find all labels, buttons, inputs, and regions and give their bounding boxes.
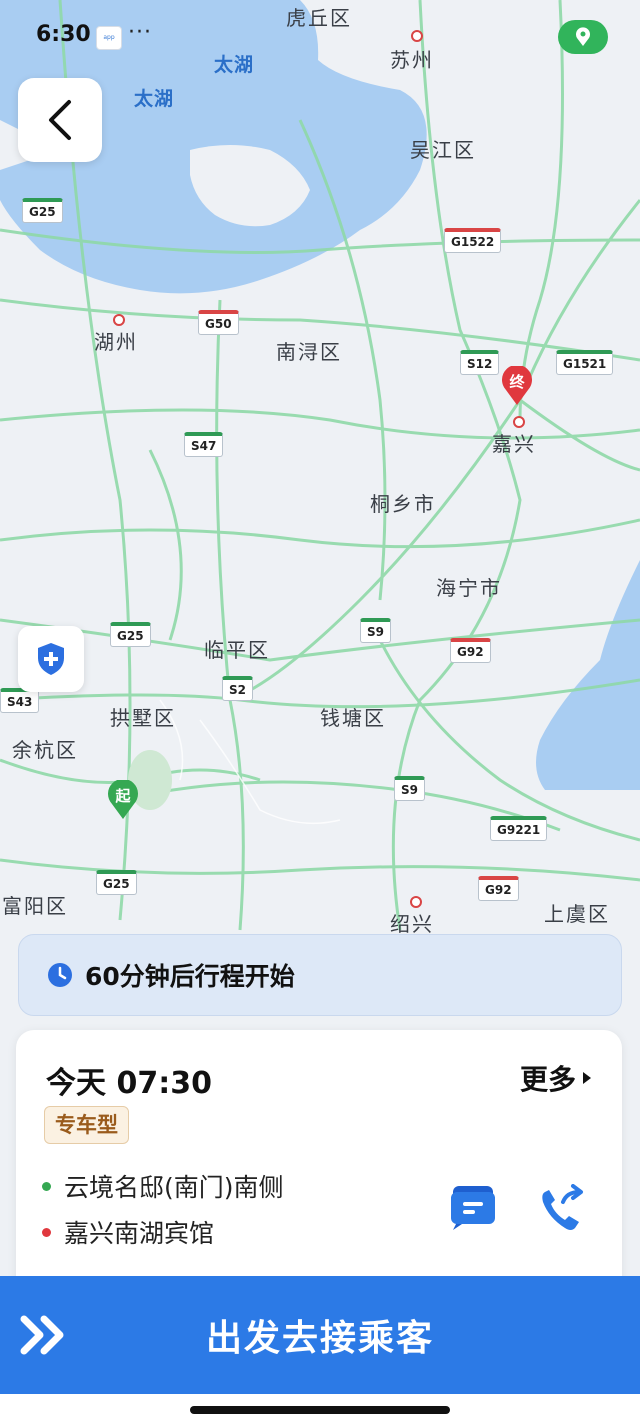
call-button[interactable]: [534, 1182, 588, 1236]
place-label: 余杭区: [12, 738, 78, 762]
place-label: 临平区: [204, 638, 270, 662]
message-button[interactable]: [446, 1180, 500, 1234]
depart-button[interactable]: 出发去接乘客: [0, 1276, 640, 1394]
more-button[interactable]: 更多: [520, 1058, 592, 1098]
depart-button-label: 出发去接乘客: [205, 1318, 434, 1359]
road-shield: G25: [110, 622, 151, 647]
app-notification-icon: app: [96, 26, 122, 50]
place-label: 绍兴: [390, 912, 434, 936]
caret-right-icon: [583, 1072, 591, 1084]
road-shield: S9: [360, 618, 391, 643]
place-label: 湖州: [94, 330, 138, 354]
city-dot: [513, 416, 525, 428]
road-shield: G9221: [490, 816, 548, 841]
place-label: 拱墅区: [110, 706, 176, 730]
start-marker-label: 起: [114, 787, 131, 805]
location-indicator[interactable]: [558, 20, 608, 54]
pickup-address: 云境名邸(南门)南侧: [64, 1173, 284, 1202]
message-icon: [451, 1186, 495, 1230]
place-label: 南浔区: [276, 340, 342, 364]
road-shield: S9: [394, 776, 425, 801]
chevron-left-icon: [49, 100, 71, 140]
road-shield: G1522: [444, 228, 502, 253]
trip-start-banner: 60分钟后行程开始: [18, 934, 622, 1016]
safety-center-button[interactable]: [18, 626, 84, 692]
clock-icon: [48, 963, 72, 987]
end-marker-label: 终: [509, 373, 525, 391]
lake-label: 太湖: [134, 88, 175, 110]
road-shield: G25: [96, 870, 137, 895]
banner-text: 60分钟后行程开始: [85, 962, 295, 991]
more-notifications-icon: ···: [128, 20, 152, 45]
more-label: 更多: [519, 1063, 576, 1096]
place-label: 上虞区: [544, 902, 610, 926]
road-shield: G25: [22, 198, 63, 223]
start-marker: 起: [108, 780, 138, 819]
dropoff-dot: [42, 1228, 51, 1237]
road-shield: S12: [460, 350, 500, 375]
road-shield: G50: [198, 310, 239, 335]
place-label: 海宁市: [436, 576, 502, 600]
end-marker: 终: [502, 366, 532, 405]
city-dot: [410, 896, 422, 908]
place-label: 富阳区: [2, 894, 68, 918]
shield-icon: [38, 643, 64, 675]
back-button[interactable]: [18, 78, 102, 162]
trip-time: 今天 07:30: [46, 1066, 212, 1101]
road-shield: G1521: [556, 350, 614, 375]
road-shield: S2: [222, 676, 253, 701]
road-shield: G92: [450, 638, 491, 663]
road-shield: S47: [184, 432, 224, 457]
car-type-badge: 专车型: [44, 1106, 129, 1144]
city-dot: [113, 314, 125, 326]
status-bar: 6:30 app ···: [0, 0, 640, 70]
road-shield: G92: [478, 876, 519, 901]
place-label: 嘉兴: [492, 432, 536, 456]
location-pin-icon: [576, 27, 590, 46]
order-card: 今天 07:30 更多 专车型 云境名邸(南门)南侧 嘉兴南湖宾馆: [16, 1030, 622, 1300]
phone-icon: [542, 1184, 583, 1230]
home-indicator[interactable]: [190, 1406, 450, 1414]
pickup-dot: [42, 1182, 51, 1191]
place-label: 桐乡市: [370, 492, 436, 516]
dropoff-address: 嘉兴南湖宾馆: [64, 1219, 215, 1248]
place-label: 吴江区: [410, 138, 476, 162]
place-label: 钱塘区: [320, 706, 386, 730]
status-time: 6:30: [36, 22, 91, 47]
